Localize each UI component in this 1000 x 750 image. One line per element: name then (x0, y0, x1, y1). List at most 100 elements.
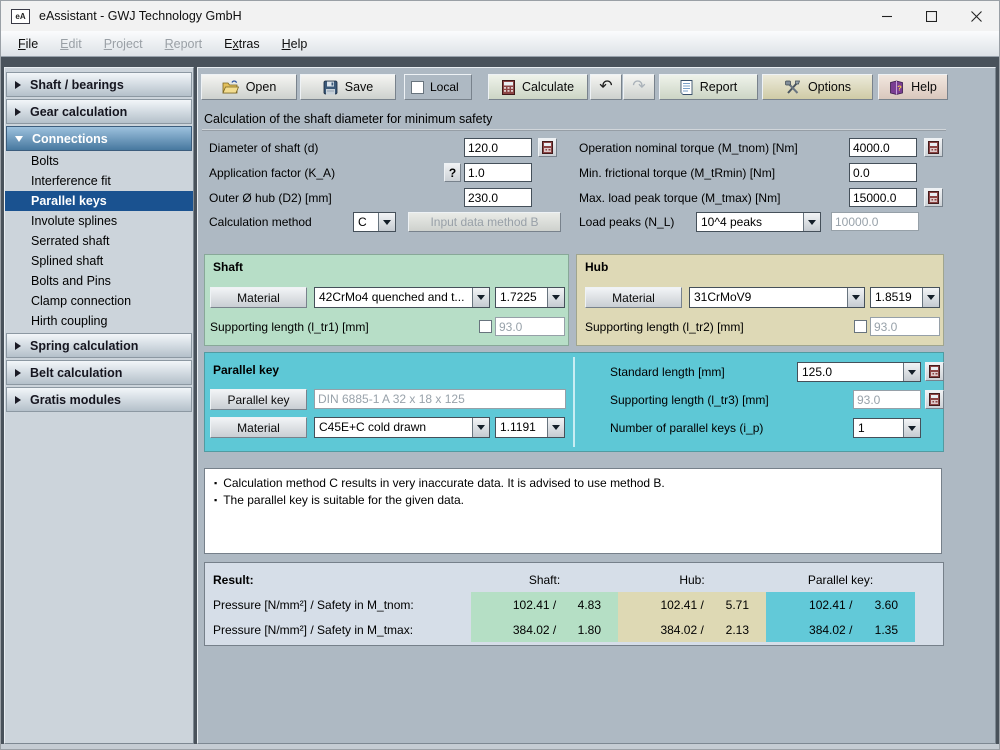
sidebar-item-involute-splines[interactable]: Involute splines (5, 211, 193, 231)
save-floppy-icon (323, 80, 338, 95)
shaft-material-select[interactable]: 42CrMo4 quenched and t... (314, 287, 490, 308)
sidebar-item-serrated-shaft[interactable]: Serrated shaft (5, 231, 193, 251)
sidebar-item-splined-shaft[interactable]: Splined shaft (5, 251, 193, 271)
sidebar-section-spring-calculation[interactable]: Spring calculation (6, 333, 192, 358)
panel-divider (573, 357, 575, 447)
load-peaks-select[interactable]: 10^4 peaks (696, 212, 821, 232)
local-checkbox[interactable] (411, 81, 424, 94)
chevron-down-icon (803, 213, 820, 231)
app-window: eA eAssistant - GWJ Technology GmbH File… (0, 0, 1000, 750)
calculate-button[interactable]: Calculate (488, 74, 588, 100)
hub-material-select[interactable]: 31CrMoV9 (689, 287, 865, 308)
standard-length-select[interactable]: 125.0 (797, 362, 921, 382)
parallel-key-material-button[interactable]: Material (210, 417, 307, 438)
chevron-down-icon (922, 288, 939, 307)
results-row-label: Pressure [N/mm²] / Safety in M_tmax: (207, 617, 471, 642)
diameter-input[interactable] (464, 138, 532, 157)
shaft-panel-title: Shaft (213, 260, 243, 274)
calc-method-label: Calculation method (209, 215, 312, 229)
m-tmax-calc-button[interactable] (924, 188, 943, 207)
menu-extras[interactable]: Extras (213, 31, 270, 56)
parallel-key-material-select[interactable]: C45E+C cold drawn (314, 417, 490, 438)
hub-supporting-input (870, 317, 940, 336)
sidebar-item-bolts-and-pins[interactable]: Bolts and Pins (5, 271, 193, 291)
num-keys-value: 1 (854, 419, 903, 437)
outer-hub-row: Outer Ø hub (D2) [mm] (209, 188, 332, 208)
sidebar-section-belt-calculation[interactable]: Belt calculation (6, 360, 192, 385)
diameter-calc-button[interactable] (538, 138, 557, 157)
open-button[interactable]: Open (201, 74, 297, 100)
save-button[interactable]: Save (300, 74, 396, 100)
menu-help[interactable]: Help (271, 31, 319, 56)
menu-report: Report (154, 31, 214, 56)
menu-edit: Edit (49, 31, 93, 56)
shaft-supporting-input (495, 317, 565, 336)
outer-hub-label: Outer Ø hub (D2) [mm] (209, 191, 332, 205)
result-cell-hub-tnom: 102.41 /5.71 (618, 592, 766, 617)
menu-file[interactable]: File (7, 31, 49, 56)
results-grid: Result: Shaft: Hub: Parallel key: Pressu… (207, 567, 915, 642)
calculator-icon (928, 141, 939, 154)
help-book-icon: ? (889, 80, 904, 95)
load-peaks-label: Load peaks (N_L) (579, 215, 674, 229)
options-button[interactable]: Options (762, 74, 873, 100)
shaft-material-number-select[interactable]: 1.7225 (495, 287, 565, 308)
application-factor-help-button[interactable]: ? (444, 163, 461, 182)
m-tmax-input[interactable] (849, 188, 917, 207)
hub-material-button[interactable]: Material (585, 287, 682, 308)
hub-material-number-select[interactable]: 1.8519 (870, 287, 940, 308)
help-button[interactable]: ? Help (878, 74, 948, 100)
chevron-right-icon (15, 108, 21, 116)
undo-button[interactable]: ↶ (590, 74, 622, 100)
close-button[interactable] (954, 1, 999, 31)
maximize-button[interactable] (909, 1, 954, 31)
load-peaks-count-input (831, 212, 919, 231)
report-document-icon (680, 80, 693, 95)
sidebar-item-bolts[interactable]: Bolts (5, 151, 193, 171)
key-supporting-calc-button[interactable] (925, 390, 944, 409)
close-icon (971, 11, 982, 22)
calc-method-select[interactable]: C (353, 212, 396, 232)
divider (202, 129, 946, 131)
m-trmin-row: Min. frictional torque (M_tRmin) [Nm] (579, 163, 775, 183)
sidebar-section-connections[interactable]: Connections (6, 126, 192, 151)
sidebar-item-hirth-coupling[interactable]: Hirth coupling (5, 311, 193, 331)
chevron-down-icon (847, 288, 864, 307)
calculator-icon (542, 141, 553, 154)
standard-length-calc-button[interactable] (925, 362, 944, 381)
results-title: Result: (207, 567, 471, 592)
result-cell-key-tmax: 384.02 /1.35 (766, 617, 915, 642)
m-tnom-calc-button[interactable] (924, 138, 943, 157)
calculator-icon (928, 191, 939, 204)
parallel-key-material-number-value: 1.1191 (496, 418, 547, 437)
parallel-key-button[interactable]: Parallel key (210, 389, 307, 410)
sidebar-item-interference-fit[interactable]: Interference fit (5, 171, 193, 191)
num-keys-row: Number of parallel keys (i_p) (610, 418, 763, 438)
minimize-icon (882, 11, 892, 21)
sidebar-item-parallel-keys[interactable]: Parallel keys (5, 191, 193, 211)
sidebar-section-shaft-bearings[interactable]: Shaft / bearings (6, 72, 192, 97)
menu-bar: File Edit Project Report Extras Help (1, 31, 999, 57)
m-trmin-input[interactable] (849, 163, 917, 182)
m-tnom-label: Operation nominal torque (M_tnom) [Nm] (579, 141, 798, 155)
shaft-material-button[interactable]: Material (210, 287, 307, 308)
outer-hub-input[interactable] (464, 188, 532, 207)
sidebar-item-clamp-connection[interactable]: Clamp connection (5, 291, 193, 311)
num-keys-select[interactable]: 1 (853, 418, 921, 438)
sidebar-section-gratis-modules[interactable]: Gratis modules (6, 387, 192, 412)
parallel-key-material-number-select[interactable]: 1.1191 (495, 417, 565, 438)
m-tnom-input[interactable] (849, 138, 917, 157)
minimize-button[interactable] (864, 1, 909, 31)
m-trmin-label: Min. frictional torque (M_tRmin) [Nm] (579, 166, 775, 180)
application-factor-input[interactable] (464, 163, 532, 182)
window-bottom-edge (1, 744, 999, 749)
shaft-supporting-checkbox[interactable] (479, 320, 492, 333)
report-button[interactable]: Report (659, 74, 758, 100)
sidebar-section-gear-calculation[interactable]: Gear calculation (6, 99, 192, 124)
hub-supporting-label: Supporting length (l_tr2) [mm] (585, 320, 744, 334)
standard-length-label: Standard length [mm] (610, 365, 725, 379)
result-cell-hub-tmax: 384.02 /2.13 (618, 617, 766, 642)
hub-supporting-checkbox[interactable] (854, 320, 867, 333)
calc-method-row: Calculation method (209, 212, 312, 232)
shaft-panel: Shaft Material 42CrMo4 quenched and t...… (204, 254, 569, 346)
